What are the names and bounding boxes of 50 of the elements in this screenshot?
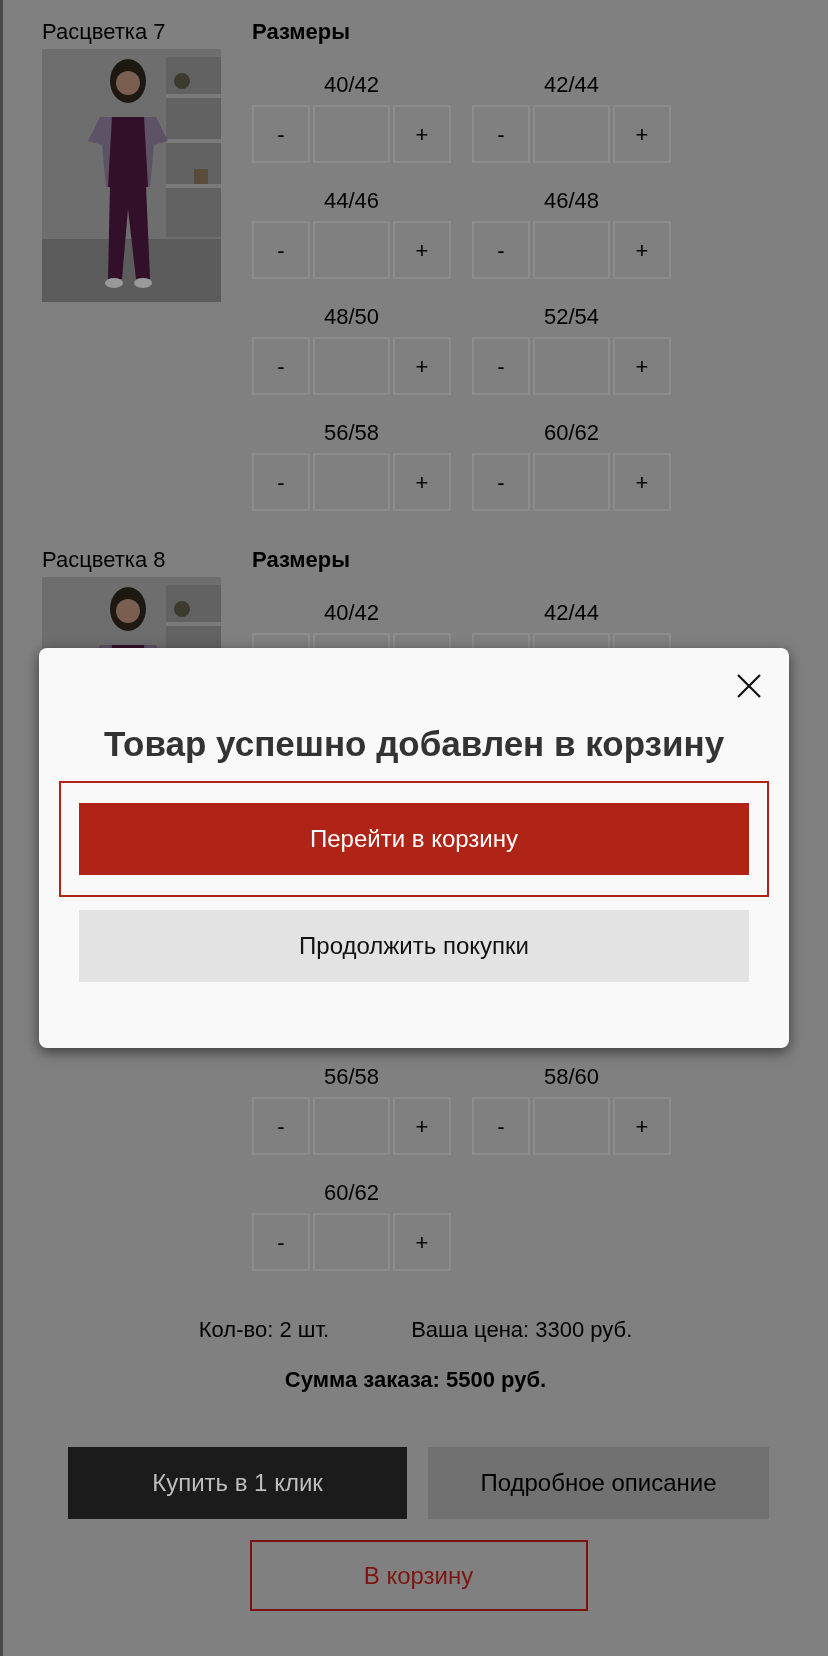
minus-button[interactable]: -: [252, 1213, 310, 1271]
color-variant-title: Расцветка 8: [42, 546, 167, 574]
minus-button[interactable]: -: [472, 1097, 530, 1155]
continue-shopping-button[interactable]: Продолжить покупки: [79, 910, 749, 982]
plus-button[interactable]: +: [613, 453, 671, 511]
size-label: 40/42: [323, 599, 380, 627]
minus-button[interactable]: -: [252, 337, 310, 395]
size-label: 42/44: [543, 599, 600, 627]
plus-button[interactable]: +: [393, 1097, 451, 1155]
minus-button[interactable]: -: [252, 105, 310, 163]
action-button[interactable]: Купить в 1 клик: [68, 1447, 407, 1519]
quantity-text: Кол-во: 2 шт.: [198, 1316, 330, 1344]
plus-button[interactable]: +: [613, 105, 671, 163]
plus-button[interactable]: +: [613, 337, 671, 395]
size-label: 40/42: [323, 71, 380, 99]
order-total: Сумма заказа: 5500 руб.: [284, 1366, 547, 1394]
minus-button[interactable]: -: [252, 1097, 310, 1155]
plus-button[interactable]: +: [393, 1213, 451, 1271]
sizes-heading: Размеры: [252, 546, 350, 574]
price-text: Ваша цена: 3300 руб.: [411, 1316, 633, 1344]
plus-button[interactable]: +: [393, 453, 451, 511]
minus-button[interactable]: -: [472, 453, 530, 511]
action-button[interactable]: Подробное описание: [428, 1447, 769, 1519]
size-label: 56/58: [323, 1063, 380, 1091]
plus-button[interactable]: +: [393, 337, 451, 395]
go-to-cart-button[interactable]: Перейти в корзину: [79, 803, 749, 875]
size-label: 60/62: [323, 1179, 380, 1207]
close-icon: [735, 672, 763, 700]
sizes-heading: Размеры: [252, 18, 350, 46]
size-label: 56/58: [323, 419, 380, 447]
plus-button[interactable]: +: [613, 221, 671, 279]
modal-title: Товар успешно добавлен в корзину: [103, 723, 725, 765]
minus-button[interactable]: -: [472, 105, 530, 163]
minus-button[interactable]: -: [472, 221, 530, 279]
size-label: 52/54: [543, 303, 600, 331]
size-label: 58/60: [543, 1063, 600, 1091]
size-label: 46/48: [543, 187, 600, 215]
plus-button[interactable]: +: [613, 1097, 671, 1155]
color-variant-title: Расцветка 7: [42, 18, 167, 46]
plus-button[interactable]: +: [393, 221, 451, 279]
plus-button[interactable]: +: [393, 105, 451, 163]
size-label: 42/44: [543, 71, 600, 99]
minus-button[interactable]: -: [252, 453, 310, 511]
close-button[interactable]: [735, 672, 763, 700]
minus-button[interactable]: -: [472, 337, 530, 395]
add-to-cart-button[interactable]: В корзину: [249, 1540, 588, 1611]
size-label: 44/46: [323, 187, 380, 215]
minus-button[interactable]: -: [252, 221, 310, 279]
size-label: 60/62: [543, 419, 600, 447]
size-label: 48/50: [323, 303, 380, 331]
